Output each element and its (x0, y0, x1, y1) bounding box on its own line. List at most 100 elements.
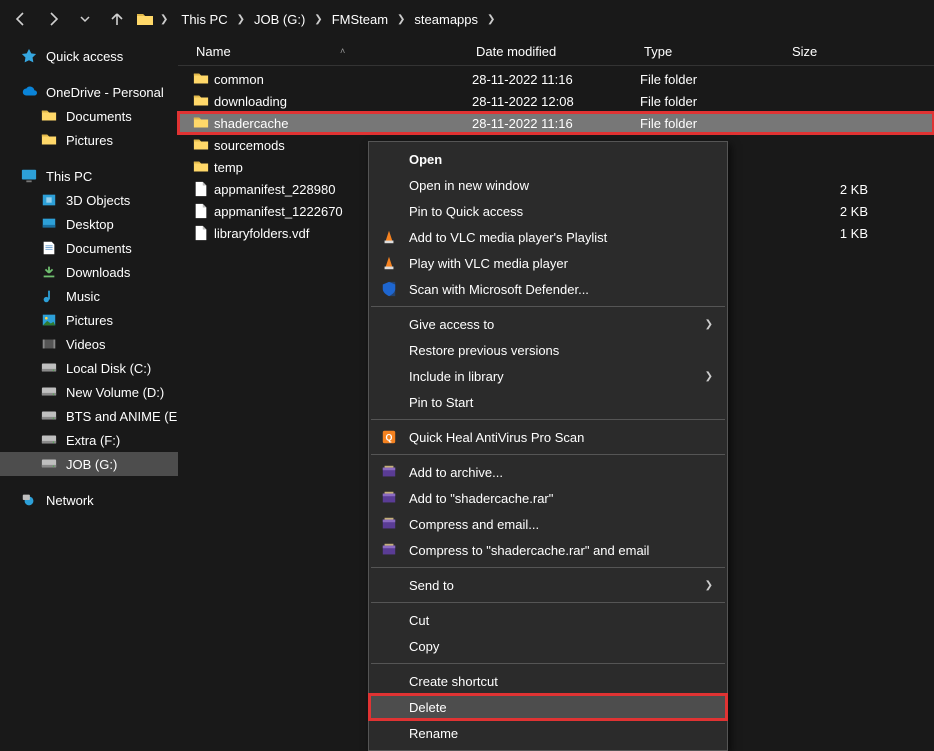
menu-item-label: Add to archive... (409, 465, 713, 480)
context-menu-item[interactable]: Pin to Quick access (369, 198, 727, 224)
folder-icon (192, 137, 214, 153)
context-menu-item[interactable]: Create shortcut (369, 668, 727, 694)
star-icon (20, 48, 38, 64)
file-type: File folder (640, 116, 788, 131)
context-menu-item[interactable]: Pin to Start (369, 389, 727, 415)
file-row[interactable]: shadercache28-11-2022 11:16File folder (178, 112, 934, 134)
file-date: 28-11-2022 11:16 (472, 116, 640, 131)
context-menu-item[interactable]: Compress to "shadercache.rar" and email (369, 537, 727, 563)
sidebar-item[interactable]: JOB (G:) (0, 452, 178, 476)
sidebar-item[interactable]: 3D Objects (0, 188, 178, 212)
context-menu-item[interactable]: Open (369, 146, 727, 172)
menu-item-label: Open in new window (409, 178, 713, 193)
context-menu-item[interactable]: Send to❯ (369, 572, 727, 598)
chevron-right-icon: ❯ (312, 14, 324, 25)
menu-item-icon (379, 315, 399, 333)
nav-recent-button[interactable] (72, 6, 98, 32)
sidebar-item-label: Desktop (66, 217, 114, 232)
context-menu-item[interactable]: Rename (369, 720, 727, 746)
folder-icon (192, 93, 214, 109)
context-menu: Open Open in new window Pin to Quick acces… (368, 141, 728, 751)
menu-item-icon (379, 367, 399, 385)
sidebar-item-icon (40, 336, 58, 352)
context-menu-item[interactable]: Add to "shadercache.rar" (369, 485, 727, 511)
nav-up-button[interactable] (104, 6, 130, 32)
menu-item-label: Rename (409, 726, 713, 741)
menu-item-icon (379, 576, 399, 594)
sidebar-item-icon (40, 264, 58, 280)
menu-item-label: Play with VLC media player (409, 256, 713, 271)
sidebar-this-pc[interactable]: This PC (0, 164, 178, 188)
file-date: 28-11-2022 12:08 (472, 94, 640, 109)
file-type: File folder (640, 94, 788, 109)
menu-item-icon (379, 202, 399, 220)
nav-forward-button[interactable] (40, 6, 66, 32)
chevron-right-icon: ❯ (160, 14, 168, 25)
sidebar-item-icon (40, 108, 58, 124)
sidebar-item[interactable]: BTS and ANIME (E:) (0, 404, 178, 428)
file-type: File folder (640, 72, 788, 87)
breadcrumb[interactable]: This PC❯JOB (G:)❯FMSteam❯steamapps❯ (174, 10, 497, 29)
breadcrumb-segment[interactable]: This PC (178, 10, 230, 29)
sidebar-item-label: 3D Objects (66, 193, 130, 208)
file-name: common (214, 72, 472, 87)
breadcrumb-segment[interactable]: FMSteam (329, 10, 391, 29)
context-menu-item[interactable]: Open in new window (369, 172, 727, 198)
context-menu-item[interactable]: Restore previous versions (369, 337, 727, 363)
breadcrumb-segment[interactable]: JOB (G:) (251, 10, 308, 29)
sidebar-item[interactable]: Videos (0, 332, 178, 356)
sidebar-item[interactable]: Pictures (0, 308, 178, 332)
nav-back-button[interactable] (8, 6, 34, 32)
menu-item-icon (379, 672, 399, 690)
sidebar-item-icon (40, 408, 58, 424)
sidebar-item[interactable]: Desktop (0, 212, 178, 236)
context-menu-item[interactable]: Add to VLC media player's Playlist (369, 224, 727, 250)
context-menu-item[interactable]: Cut (369, 607, 727, 633)
menu-item-icon (379, 176, 399, 194)
sidebar-item-label: BTS and ANIME (E:) (66, 409, 178, 424)
chevron-right-icon: ❯ (485, 14, 497, 25)
breadcrumb-segment[interactable]: steamapps (411, 10, 481, 29)
menu-item-label: Quick Heal AntiVirus Pro Scan (409, 430, 713, 445)
context-menu-item[interactable]: Scan with Microsoft Defender... (369, 276, 727, 302)
context-menu-item[interactable]: Delete (369, 694, 727, 720)
context-menu-item[interactable]: Compress and email... (369, 511, 727, 537)
sidebar-item[interactable]: Documents (0, 104, 178, 128)
file-row[interactable]: downloading28-11-2022 12:08File folder (178, 90, 934, 112)
sidebar-item-label: Videos (66, 337, 106, 352)
sidebar-item[interactable]: Pictures (0, 128, 178, 152)
sidebar-network[interactable]: Network (0, 488, 178, 512)
sidebar-item-icon (40, 432, 58, 448)
context-menu-item[interactable]: Add to archive... (369, 459, 727, 485)
sidebar-item[interactable]: Music (0, 284, 178, 308)
sidebar-item-label: New Volume (D:) (66, 385, 164, 400)
sidebar: Quick access OneDrive - Personal Documen… (0, 38, 178, 705)
chevron-right-icon: ❯ (395, 14, 407, 25)
sidebar-quick-access[interactable]: Quick access (0, 44, 178, 68)
column-name[interactable]: ˄Name (190, 44, 470, 59)
context-menu-item[interactable]: Include in library❯ (369, 363, 727, 389)
sidebar-item[interactable]: Extra (F:) (0, 428, 178, 452)
column-type[interactable]: Type (638, 44, 786, 59)
file-row[interactable]: common28-11-2022 11:16File folder (178, 68, 934, 90)
context-menu-item[interactable]: Play with VLC media player (369, 250, 727, 276)
navbar: ❯ This PC❯JOB (G:)❯FMSteam❯steamapps❯ (0, 0, 934, 38)
sidebar-item[interactable]: Local Disk (C:) (0, 356, 178, 380)
context-menu-item[interactable]: Quick Heal AntiVirus Pro Scan (369, 424, 727, 450)
menu-item-icon (379, 280, 399, 298)
menu-item-label: Compress and email... (409, 517, 713, 532)
menu-item-label: Copy (409, 639, 713, 654)
column-label: Type (644, 44, 672, 59)
column-size[interactable]: Size (786, 44, 886, 59)
sidebar-item[interactable]: Downloads (0, 260, 178, 284)
menu-separator (371, 419, 725, 420)
sidebar-onedrive[interactable]: OneDrive - Personal (0, 80, 178, 104)
sidebar-item[interactable]: Documents (0, 236, 178, 260)
context-menu-item[interactable]: Give access to❯ (369, 311, 727, 337)
column-date[interactable]: Date modified (470, 44, 638, 59)
menu-item-icon (379, 489, 399, 507)
context-menu-item[interactable]: Copy (369, 633, 727, 659)
sidebar-item[interactable]: New Volume (D:) (0, 380, 178, 404)
menu-item-icon (379, 341, 399, 359)
menu-item-icon (379, 428, 399, 446)
